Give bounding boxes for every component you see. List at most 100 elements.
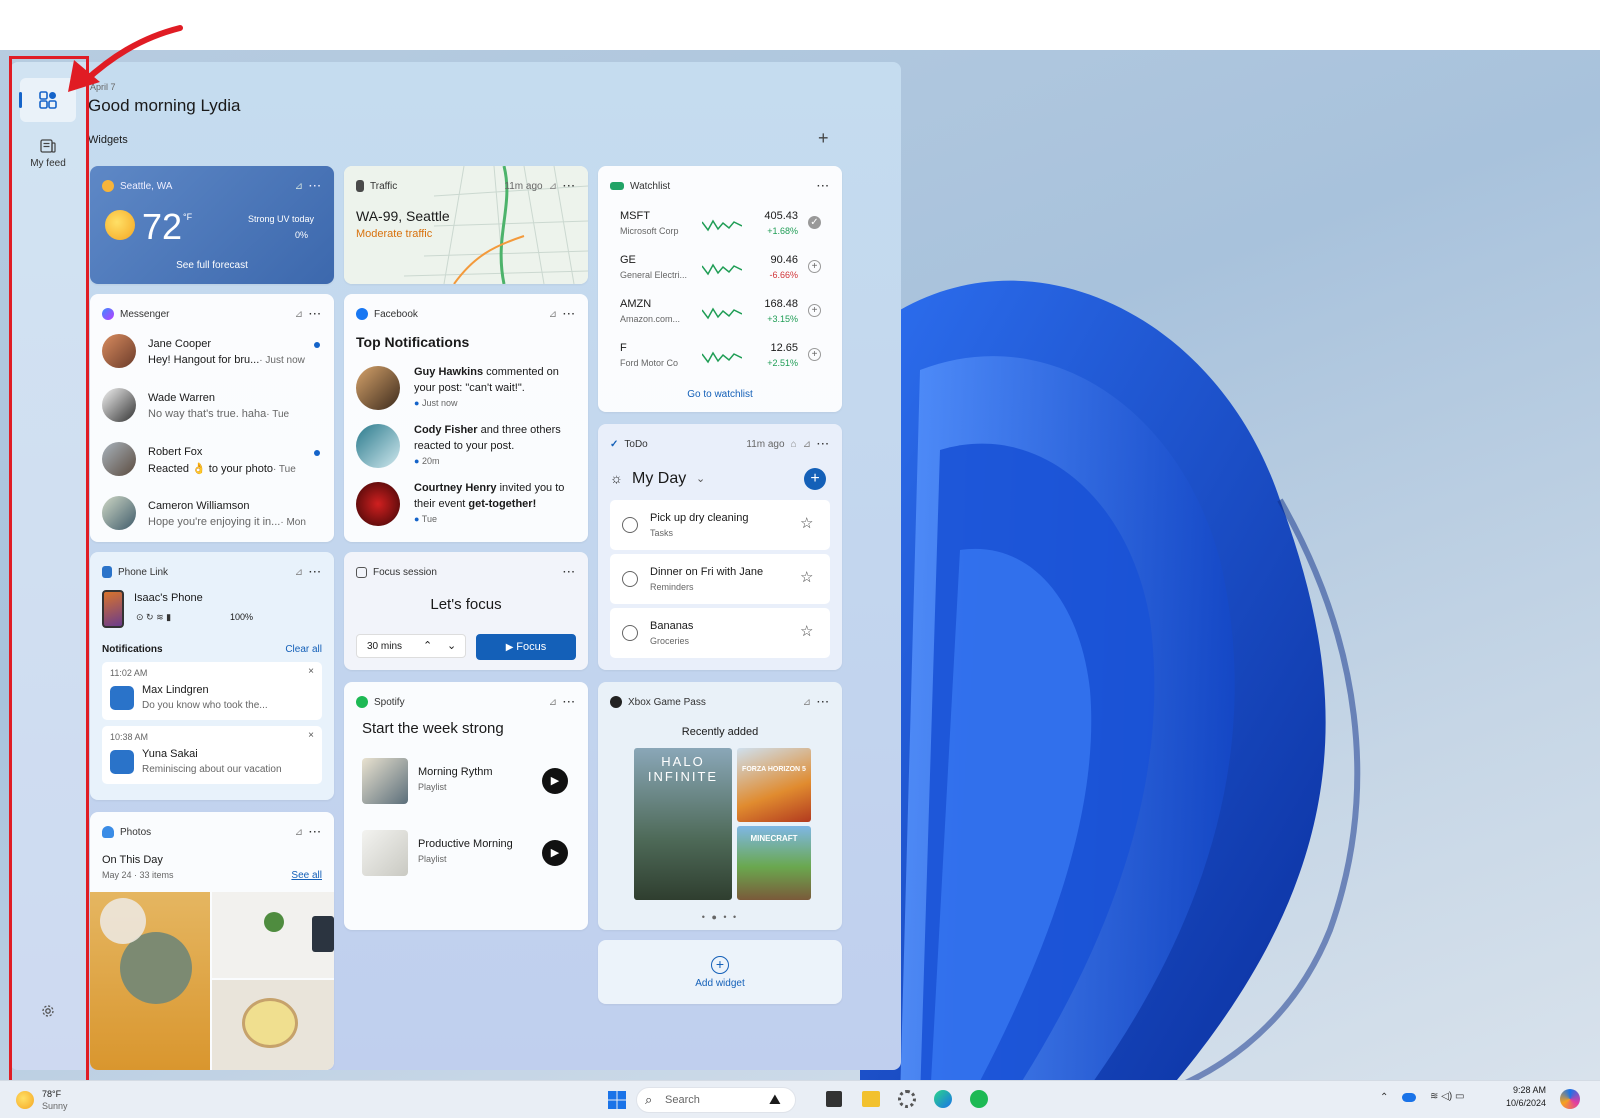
task-checkbox[interactable] [622, 625, 638, 641]
phone-notification[interactable]: 10:38 AM × Yuna Sakai Reminiscing about our… [102, 726, 322, 784]
more-icon[interactable]: ··· [309, 567, 322, 578]
pin-icon[interactable]: ⊿ [295, 181, 303, 192]
message-row[interactable]: Robert Fox Reacted 👌 to your photo· Tue [90, 440, 334, 490]
windows-start-icon[interactable] [607, 1090, 627, 1110]
stock-row[interactable]: MSFT Microsoft Corp 405.43 +1.68% ✓ [598, 208, 842, 248]
spotify-icon[interactable] [970, 1090, 988, 1108]
more-icon[interactable]: ··· [309, 827, 322, 838]
task-item[interactable]: Bananas Groceries ☆ [610, 608, 830, 658]
chevron-down-icon[interactable]: ⌄ [447, 639, 456, 652]
more-icon[interactable]: ··· [309, 309, 322, 320]
more-icon[interactable]: ··· [563, 181, 576, 192]
stock-row[interactable]: GE General Electri... 90.46 -6.66% + [598, 252, 842, 292]
plus-icon[interactable]: + [818, 128, 829, 149]
copilot-icon[interactable] [1560, 1089, 1580, 1109]
star-icon[interactable]: ☆ [800, 514, 813, 532]
message-row[interactable]: Jane Cooper Hey! Hangout for bru...· Just… [90, 332, 334, 382]
taskbar-search[interactable]: ⌕ Search ⛰ [636, 1087, 796, 1113]
clear-all-link[interactable]: Clear all [285, 644, 322, 655]
play-button[interactable]: ▶ [542, 840, 568, 866]
pin-icon[interactable]: ⊿ [549, 309, 557, 320]
pin-icon[interactable]: ⊿ [549, 181, 557, 192]
facebook-notification[interactable]: Guy Hawkins commented on your post: "can… [344, 362, 588, 418]
clock-date[interactable]: 10/6/2024 [1490, 1098, 1546, 1108]
sync-icon[interactable]: ⌂ [791, 439, 797, 450]
message-preview-line: Reacted 👌 to your photo· Tue [148, 462, 296, 475]
task-title: Dinner on Fri with Jane [650, 566, 764, 578]
halo-tile[interactable]: HALO INFINITE [634, 748, 732, 900]
task-item[interactable]: Dinner on Fri with Jane Reminders ☆ [610, 554, 830, 604]
close-icon[interactable]: × [308, 666, 314, 677]
forecast-link[interactable]: See full forecast [90, 260, 334, 271]
pin-icon[interactable]: ⊿ [295, 827, 303, 838]
stock-row[interactable]: AMZN Amazon.com... 168.48 +3.15% + [598, 296, 842, 336]
spotify-widget[interactable]: Spotify ⊿ ··· Start the week strong Morn… [344, 682, 588, 930]
message-row[interactable]: Wade Warren No way that's true. haha· Tue [90, 386, 334, 436]
task-checkbox[interactable] [622, 517, 638, 533]
photo-thumbnail[interactable] [212, 892, 334, 978]
task-view-icon[interactable] [826, 1091, 842, 1107]
more-icon[interactable]: ··· [563, 309, 576, 320]
pin-icon[interactable]: ⊿ [295, 309, 303, 320]
photo-thumbnail[interactable] [212, 980, 334, 1070]
chevron-up-icon[interactable]: ⌃ [1380, 1092, 1388, 1103]
add-circle-icon[interactable]: + [808, 260, 821, 273]
chevron-up-icon[interactable]: ⌃ [423, 639, 432, 652]
task-checkbox[interactable] [622, 571, 638, 587]
star-icon[interactable]: ☆ [800, 622, 813, 640]
todo-widget[interactable]: ✓ ToDo 11m ago ⌂ ⊿ ··· ☼ My Day ⌄ + Pick… [598, 424, 842, 670]
more-icon[interactable]: ··· [817, 697, 830, 708]
message-row[interactable]: Cameron Williamson Hope you're enjoying i… [90, 494, 334, 542]
watchlist-link[interactable]: Go to watchlist [598, 389, 842, 400]
more-icon[interactable]: ··· [817, 439, 830, 450]
check-circle-icon[interactable]: ✓ [808, 216, 821, 229]
playlist-item[interactable]: Productive Morning Playlist ▶ [344, 828, 588, 884]
facebook-notification[interactable]: Cody Fisher and three others reacted to … [344, 420, 588, 476]
taskbar-weather[interactable]: 78°F Sunny [14, 1087, 78, 1113]
more-icon[interactable]: ··· [309, 181, 322, 192]
add-widget-button[interactable]: + Add widget [598, 940, 842, 1004]
photo-thumbnail[interactable] [90, 892, 210, 1070]
minecraft-tile[interactable]: MINECRAFT [737, 826, 811, 900]
phone-link-widget[interactable]: Phone Link ⊿ ··· Isaac's Phone ⊙ ↻ ≋ ▮ 1… [90, 552, 334, 800]
traffic-widget[interactable]: Traffic 11m ago ⊿ ··· WA-99, Seattle Mod… [344, 166, 588, 284]
network-volume-battery-icons[interactable]: ≋ ◁) ▭ [1430, 1091, 1464, 1102]
pin-icon[interactable]: ⊿ [803, 697, 811, 708]
settings-icon[interactable] [898, 1090, 916, 1108]
stock-row[interactable]: F Ford Motor Co 12.65 +2.51% + [598, 340, 842, 380]
clock-time[interactable]: 9:28 AM [1500, 1085, 1546, 1095]
facebook-widget[interactable]: Facebook ⊿ ··· Top Notifications Guy Haw… [344, 294, 588, 542]
see-all-link[interactable]: See all [291, 870, 322, 881]
messenger-widget[interactable]: Messenger ⊿ ··· Jane Cooper Hey! Hangout … [90, 294, 334, 542]
add-task-button[interactable]: + [804, 468, 826, 490]
star-icon[interactable]: ☆ [800, 568, 813, 586]
onedrive-icon[interactable] [1402, 1093, 1416, 1102]
add-circle-icon[interactable]: + [808, 304, 821, 317]
task-item[interactable]: Pick up dry cleaning Tasks ☆ [610, 500, 830, 550]
pin-icon[interactable]: ⊿ [295, 567, 303, 578]
close-icon[interactable]: × [308, 730, 314, 741]
photos-widget[interactable]: Photos ⊿ ··· On This Day May 24 · 33 ite… [90, 812, 334, 1070]
xbox-widget[interactable]: Xbox Game Pass ⊿ ··· Recently added HALO… [598, 682, 842, 930]
duration-select[interactable]: 30 mins ⌃ ⌄ [356, 634, 466, 658]
focus-button[interactable]: ▶ Focus [476, 634, 576, 660]
facebook-notification[interactable]: Courtney Henry invited you to their even… [344, 478, 588, 534]
phone-notification[interactable]: 11:02 AM × Max Lindgren Do you know who too… [102, 662, 322, 720]
more-icon[interactable]: ··· [563, 697, 576, 708]
focus-widget[interactable]: Focus session ··· Let's focus 30 mins ⌃ … [344, 552, 588, 670]
pin-icon[interactable]: ⊿ [803, 439, 811, 450]
watchlist-widget[interactable]: Watchlist ··· MSFT Microsoft Corp 405.43 +1… [598, 166, 842, 412]
weather-widget[interactable]: Seattle, WA ⊿ ··· 72 °F Strong UV today … [90, 166, 334, 284]
spotify-app-icon [356, 696, 368, 708]
forza-tile[interactable]: FORZA HORIZON 5 [737, 748, 811, 822]
playlist-item[interactable]: Morning Rythm Playlist ▶ [344, 756, 588, 812]
edge-icon[interactable] [934, 1090, 952, 1108]
more-icon[interactable]: ··· [817, 181, 830, 192]
chevron-down-icon[interactable]: ⌄ [696, 472, 705, 485]
file-explorer-icon[interactable] [862, 1091, 880, 1107]
add-circle-icon[interactable]: + [808, 348, 821, 361]
pin-icon[interactable]: ⊿ [549, 697, 557, 708]
carousel-dots[interactable]: • ● • • [598, 912, 842, 922]
more-icon[interactable]: ··· [563, 567, 576, 578]
play-button[interactable]: ▶ [542, 768, 568, 794]
